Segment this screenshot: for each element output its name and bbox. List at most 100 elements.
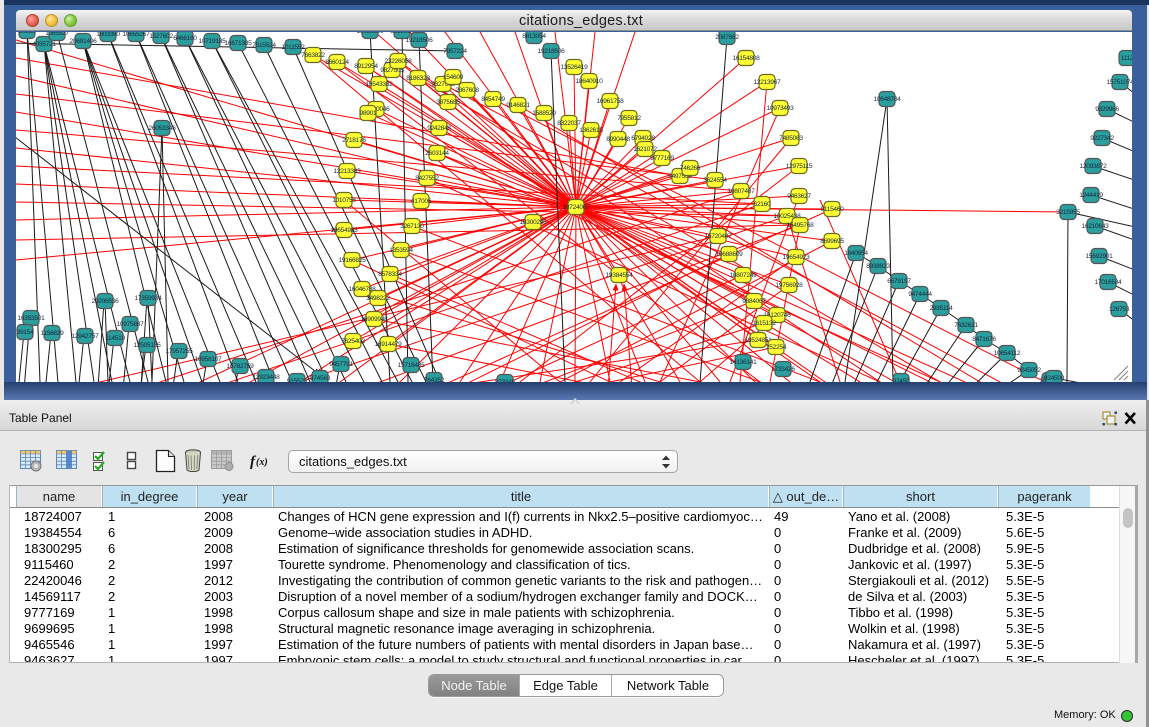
svg-text:98901: 98901 — [360, 110, 377, 117]
svg-text:4055721: 4055721 — [32, 41, 56, 48]
svg-text:10807487: 10807487 — [728, 188, 756, 195]
svg-text:1011552: 1011552 — [281, 44, 305, 51]
svg-text:2087682: 2087682 — [715, 34, 739, 41]
svg-text:8813054: 8813054 — [390, 32, 414, 35]
svg-text:1353594: 1353594 — [389, 247, 413, 254]
svg-text:2867608: 2867608 — [455, 87, 479, 94]
svg-text:8912954: 8912954 — [354, 63, 378, 70]
svg-text:16961758: 16961758 — [597, 98, 625, 105]
svg-text:9245052: 9245052 — [1017, 367, 1041, 374]
svg-text:1065527: 1065527 — [45, 32, 69, 37]
svg-text:16782759: 16782759 — [227, 363, 255, 370]
svg-text:1615132: 1615132 — [752, 320, 776, 327]
svg-text:114519: 114519 — [105, 335, 125, 342]
svg-text:874563: 874563 — [310, 375, 331, 382]
svg-text:16543382: 16543382 — [366, 81, 394, 88]
svg-text:18724007: 18724007 — [563, 204, 591, 211]
svg-text:16353501: 16353501 — [18, 315, 46, 322]
svg-text:10648784: 10648784 — [874, 96, 902, 103]
svg-text:9115460: 9115460 — [820, 206, 844, 213]
svg-text:62160: 62160 — [754, 201, 771, 208]
svg-text:1244419: 1244419 — [1079, 192, 1103, 199]
svg-text:9457791: 9457791 — [329, 361, 353, 368]
svg-text:17957255: 17957255 — [166, 348, 194, 355]
svg-text:9777169: 9777169 — [650, 155, 674, 162]
svg-text:252254: 252254 — [766, 344, 787, 351]
svg-text:10973493: 10973493 — [767, 105, 795, 112]
svg-text:19384554: 19384554 — [606, 272, 634, 279]
svg-text:20553: 20553 — [19, 32, 36, 35]
svg-text:16033809: 16033809 — [357, 32, 385, 35]
svg-text:8471676: 8471676 — [972, 336, 996, 343]
svg-text:16210643: 16210643 — [1082, 223, 1110, 230]
svg-text:12942757: 12942757 — [72, 333, 100, 340]
svg-text:8938923: 8938923 — [866, 263, 890, 270]
svg-text:10958107: 10958107 — [195, 356, 223, 363]
svg-text:3498222: 3498222 — [366, 295, 390, 302]
svg-text:8813054: 8813054 — [522, 33, 546, 40]
svg-text:1640954: 1640954 — [844, 250, 868, 257]
svg-text:16914479: 16914479 — [375, 341, 403, 348]
svg-text:417006: 417006 — [411, 198, 432, 205]
svg-text:8427552: 8427552 — [415, 175, 439, 182]
svg-text:7957224: 7957224 — [443, 48, 467, 55]
svg-text:19166825: 19166825 — [339, 257, 367, 264]
svg-text:8454749: 8454749 — [481, 96, 505, 103]
svg-text:7955812: 7955812 — [617, 115, 641, 122]
svg-text:746266: 746266 — [680, 165, 701, 172]
svg-text:12505135: 12505135 — [134, 342, 162, 349]
svg-text:8322037: 8322037 — [557, 120, 581, 127]
svg-text:17016534: 17016534 — [1095, 279, 1123, 286]
svg-text:13526419: 13526419 — [561, 64, 589, 71]
svg-text:16671385: 16671385 — [225, 40, 253, 47]
svg-text:10719185: 10719185 — [199, 38, 227, 45]
svg-text:10975887: 10975887 — [117, 321, 145, 328]
svg-text:10655267: 10655267 — [123, 32, 151, 38]
svg-text:16909948: 16909948 — [361, 316, 389, 323]
svg-text:924509: 924509 — [1044, 375, 1065, 382]
svg-text:18640910: 18640910 — [576, 78, 604, 85]
svg-text:9242848: 9242848 — [427, 125, 451, 132]
svg-text:8578334: 8578334 — [378, 271, 402, 278]
svg-text:2935114: 2935114 — [929, 305, 953, 312]
svg-text:15692901: 15692901 — [1086, 253, 1114, 260]
svg-text:9329966: 9329966 — [1095, 106, 1119, 113]
svg-text:7632621: 7632621 — [954, 322, 978, 329]
svg-text:8186323: 8186323 — [406, 75, 430, 82]
svg-text:15720407: 15720407 — [705, 233, 733, 240]
svg-text:19218506: 19218506 — [538, 48, 566, 55]
svg-text:14136141: 14136141 — [730, 359, 758, 366]
svg-text:1112: 1112 — [1121, 55, 1132, 62]
svg-text:20691406: 20691406 — [70, 38, 98, 45]
svg-text:10654112: 10654112 — [994, 350, 1021, 357]
svg-text:15716485: 15716485 — [398, 362, 426, 369]
svg-text:1010755: 1010755 — [332, 197, 356, 204]
svg-text:18807249: 18807249 — [730, 272, 758, 279]
svg-text:9463627: 9463627 — [787, 193, 811, 200]
svg-text:2718176: 2718176 — [342, 137, 366, 144]
svg-text:3624554: 3624554 — [703, 177, 727, 184]
svg-text:19756928: 19756928 — [776, 282, 804, 289]
svg-text:15751074: 15751074 — [1107, 79, 1132, 86]
svg-text:9146821: 9146821 — [506, 102, 530, 109]
svg-text:7485063: 7485063 — [779, 135, 803, 142]
svg-text:7663822: 7663822 — [301, 52, 325, 59]
svg-text:10688609: 10688609 — [716, 251, 744, 258]
svg-text:8660124: 8660124 — [325, 59, 349, 66]
svg-text:154609: 154609 — [443, 74, 464, 81]
svg-text:6679197: 6679197 — [887, 278, 911, 285]
svg-text:126753: 126753 — [1109, 306, 1130, 313]
svg-text:1362615: 1362615 — [579, 127, 603, 134]
svg-text:20206536: 20206536 — [92, 298, 120, 305]
svg-text:39154: 39154 — [17, 329, 34, 336]
svg-text:1156829: 1156829 — [40, 330, 64, 337]
svg-text:1733426: 1733426 — [771, 366, 795, 373]
svg-text:3215955: 3215955 — [1056, 209, 1080, 216]
svg-text:3267130: 3267130 — [400, 223, 424, 230]
svg-text:12923448: 12923448 — [253, 374, 281, 381]
svg-text:3875685: 3875685 — [436, 99, 460, 106]
svg-text:18300295: 18300295 — [520, 219, 548, 226]
svg-text:1588520: 1588520 — [532, 110, 556, 117]
svg-text:17359934: 17359934 — [135, 295, 163, 302]
svg-text:6466160: 6466160 — [173, 35, 197, 42]
